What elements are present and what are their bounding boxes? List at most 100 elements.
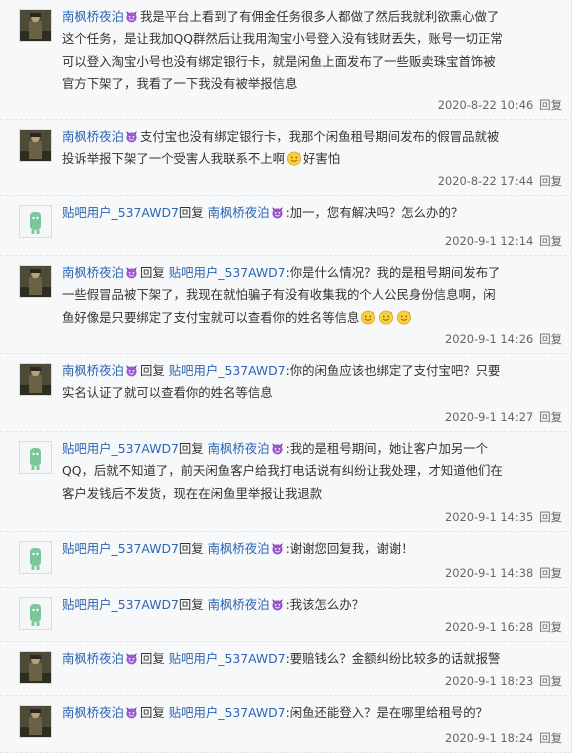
post-text: :你是什么情况？我的是租号期间发布了 bbox=[285, 265, 501, 280]
reply-target-link[interactable]: 南枫桥夜泊 bbox=[208, 205, 270, 220]
reply-target-link[interactable]: 贴吧用户_537AWD7 bbox=[169, 363, 286, 378]
reply-item: 南枫桥夜泊 我是平台上看到了有佣金任务很多人都做了然后我就利欲熏心做了 这个任务，是… bbox=[0, 0, 571, 120]
reply-target-link[interactable]: 南枫桥夜泊 bbox=[208, 441, 270, 456]
author-link[interactable]: 南枫桥夜泊 bbox=[62, 9, 124, 24]
post-text: 我是平台上看到了有佣金任务很多人都做了然后我就利欲熏心做了 bbox=[139, 9, 500, 24]
reply-body: 贴吧用户_537AWD7回复 南枫桥夜泊 :谢谢您回复我，谢谢！ bbox=[62, 538, 562, 560]
soldier-photo-avatar[interactable] bbox=[19, 651, 52, 684]
reply-button[interactable]: 回复 bbox=[539, 566, 562, 580]
reply-meta: 2020-9-1 18:23 回复 bbox=[445, 673, 562, 689]
sweat-face-emoji-icon bbox=[378, 309, 394, 325]
default-tieba-avatar[interactable] bbox=[19, 441, 52, 474]
post-text: :我的是租号期间，她让客户加另一个 bbox=[285, 441, 489, 456]
reply-button[interactable]: 回复 bbox=[539, 410, 562, 424]
reply-target-link[interactable]: 贴吧用户_537AWD7 bbox=[169, 265, 286, 280]
reply-body: 南枫桥夜泊 回复 贴吧用户_537AWD7:要赔钱么？金额纠纷比较多的话就报警 bbox=[62, 648, 562, 670]
reply-item: 南枫桥夜泊 回复 贴吧用户_537AWD7:闲鱼还能登入？是在哪里给租号的？ 20… bbox=[0, 696, 571, 753]
reply-body: 南枫桥夜泊 支付宝也没有绑定银行卡，我那个闲鱼租号期间发布的假冒品就被投诉举报下架… bbox=[62, 126, 562, 171]
timestamp: 2020-9-1 16:28 bbox=[445, 620, 534, 634]
author-link[interactable]: 贴吧用户_537AWD7 bbox=[62, 541, 179, 556]
reply-target-link[interactable]: 贴吧用户_537AWD7 bbox=[169, 705, 286, 720]
author-link[interactable]: 南枫桥夜泊 bbox=[62, 363, 124, 378]
timestamp: 2020-8-22 17:44 bbox=[437, 174, 534, 188]
timestamp: 2020-9-1 14:27 bbox=[445, 410, 534, 424]
soldier-photo-avatar[interactable] bbox=[19, 705, 52, 738]
default-tieba-avatar[interactable] bbox=[19, 597, 52, 630]
post-text: 鱼好像是只要绑定了支付宝就可以查看你的姓名等信息 bbox=[62, 309, 360, 325]
reply-prefix: 回复 bbox=[178, 541, 204, 556]
reply-target-link[interactable]: 南枫桥夜泊 bbox=[208, 541, 270, 556]
reply-button[interactable]: 回复 bbox=[539, 674, 562, 688]
purple-devil-emoji-icon bbox=[125, 652, 138, 665]
post-text: 支付宝也没有绑定银行卡，我那个闲鱼租号期间发布的假冒品就被 bbox=[139, 129, 500, 144]
purple-devil-emoji-icon bbox=[271, 442, 284, 455]
reply-button[interactable]: 回复 bbox=[539, 510, 562, 524]
reply-body: 南枫桥夜泊 回复 贴吧用户_537AWD7:你是什么情况？我的是租号期间发布了 一些… bbox=[62, 262, 562, 329]
post-text: QQ，后就不知道了，前天闲鱼客户给我打电话说有纠纷让我处理，才知道他们在 bbox=[62, 463, 503, 479]
sweat-face-emoji-icon bbox=[360, 309, 376, 325]
timestamp: 2020-9-1 14:35 bbox=[445, 510, 534, 524]
soldier-photo-avatar[interactable] bbox=[19, 363, 52, 396]
reply-item: 南枫桥夜泊 回复 贴吧用户_537AWD7:你的闲鱼应该也绑定了支付宝吧？只要 实名… bbox=[0, 354, 571, 432]
default-tieba-avatar[interactable] bbox=[19, 205, 52, 238]
purple-devil-emoji-icon bbox=[125, 10, 138, 23]
reply-item: 贴吧用户_537AWD7回复 南枫桥夜泊:我的是租号期间，她让客户加另一个 QQ，… bbox=[0, 432, 571, 532]
author-link[interactable]: 贴吧用户_537AWD7 bbox=[62, 205, 179, 220]
reply-button[interactable]: 回复 bbox=[539, 234, 562, 248]
reply-prefix: 回复 bbox=[139, 265, 165, 280]
reply-meta: 2020-9-1 16:28 回复 bbox=[445, 619, 562, 635]
author-link[interactable]: 贴吧用户_537AWD7 bbox=[62, 441, 179, 456]
reply-button[interactable]: 回复 bbox=[539, 620, 562, 634]
post-text: 投诉举报下架了一个受害人我联系不上啊 bbox=[62, 151, 286, 167]
author-link[interactable]: 南枫桥夜泊 bbox=[62, 129, 124, 144]
post-text: :谢谢您回复我，谢谢！ bbox=[285, 541, 414, 556]
reply-body: 南枫桥夜泊 回复 贴吧用户_537AWD7:闲鱼还能登入？是在哪里给租号的？ bbox=[62, 702, 562, 724]
reply-item: 南枫桥夜泊 支付宝也没有绑定银行卡，我那个闲鱼租号期间发布的假冒品就被投诉举报下架… bbox=[0, 120, 571, 196]
soldier-photo-avatar[interactable] bbox=[19, 129, 52, 162]
post-text: :你的闲鱼应该也绑定了支付宝吧？只要 bbox=[285, 363, 501, 378]
author-link[interactable]: 南枫桥夜泊 bbox=[62, 265, 124, 280]
timestamp: 2020-9-1 18:24 bbox=[445, 731, 534, 745]
reply-prefix: 回复 bbox=[139, 651, 165, 666]
soldier-photo-avatar[interactable] bbox=[19, 265, 52, 298]
purple-devil-emoji-icon bbox=[125, 706, 138, 719]
reply-item: 贴吧用户_537AWD7回复 南枫桥夜泊:谢谢您回复我，谢谢！ 2020-9-1… bbox=[0, 532, 571, 588]
reply-prefix: 回复 bbox=[139, 705, 165, 720]
reply-button[interactable]: 回复 bbox=[539, 332, 562, 346]
reply-meta: 2020-9-1 14:27 回复 bbox=[445, 409, 562, 425]
post-text: 好害怕 bbox=[303, 151, 341, 167]
timestamp: 2020-9-1 14:26 bbox=[445, 332, 534, 346]
reply-item: 南枫桥夜泊 回复 贴吧用户_537AWD7:你是什么情况？我的是租号期间发布了 一些… bbox=[0, 256, 571, 354]
author-link[interactable]: 南枫桥夜泊 bbox=[62, 705, 124, 720]
reply-meta: 2020-8-22 17:44 回复 bbox=[438, 173, 562, 189]
reply-prefix: 回复 bbox=[178, 205, 204, 220]
reply-target-link[interactable]: 贴吧用户_537AWD7 bbox=[169, 651, 286, 666]
purple-devil-emoji-icon bbox=[271, 598, 284, 611]
reply-meta: 2020-9-1 12:14 回复 bbox=[445, 233, 562, 249]
reply-meta: 2020-9-1 18:24 回复 bbox=[445, 730, 562, 746]
purple-devil-emoji-icon bbox=[271, 206, 284, 219]
post-text: 客户发钱后不发货，现在在闲鱼里举报让我退款 bbox=[62, 485, 323, 501]
reply-prefix: 回复 bbox=[178, 441, 204, 456]
reply-button[interactable]: 回复 bbox=[539, 731, 562, 745]
timestamp: 2020-8-22 10:46 bbox=[437, 98, 534, 112]
sweat-face-emoji-icon bbox=[286, 150, 302, 167]
reply-button[interactable]: 回复 bbox=[539, 174, 562, 188]
reply-button[interactable]: 回复 bbox=[539, 98, 562, 112]
reply-prefix: 回复 bbox=[139, 363, 165, 378]
reply-meta: 2020-9-1 14:38 回复 bbox=[445, 565, 562, 581]
default-tieba-avatar[interactable] bbox=[19, 541, 52, 574]
reply-item: 贴吧用户_537AWD7回复 南枫桥夜泊:加一，您有解决吗？怎么办的？ 2020… bbox=[0, 196, 571, 256]
author-link[interactable]: 南枫桥夜泊 bbox=[62, 651, 124, 666]
reply-meta: 2020-9-1 14:35 回复 bbox=[445, 509, 562, 525]
reply-target-link[interactable]: 南枫桥夜泊 bbox=[208, 597, 270, 612]
post-text: 可以登入淘宝小号也没有绑定银行卡，就是闲鱼上面发布了一些贩卖珠宝首饰被 bbox=[62, 53, 496, 69]
reply-body: 贴吧用户_537AWD7回复 南枫桥夜泊 :我的是租号期间，她让客户加另一个 QQ，… bbox=[62, 438, 562, 505]
author-link[interactable]: 贴吧用户_537AWD7 bbox=[62, 597, 179, 612]
post-text: :要赔钱么？金额纠纷比较多的话就报警 bbox=[285, 651, 501, 666]
post-text: :我该怎么办？ bbox=[285, 597, 365, 612]
soldier-photo-avatar[interactable] bbox=[19, 9, 52, 42]
sweat-face-emoji-icon bbox=[396, 309, 412, 325]
reply-body: 南枫桥夜泊 回复 贴吧用户_537AWD7:你的闲鱼应该也绑定了支付宝吧？只要 实名… bbox=[62, 360, 562, 405]
timestamp: 2020-9-1 18:23 bbox=[445, 674, 534, 688]
